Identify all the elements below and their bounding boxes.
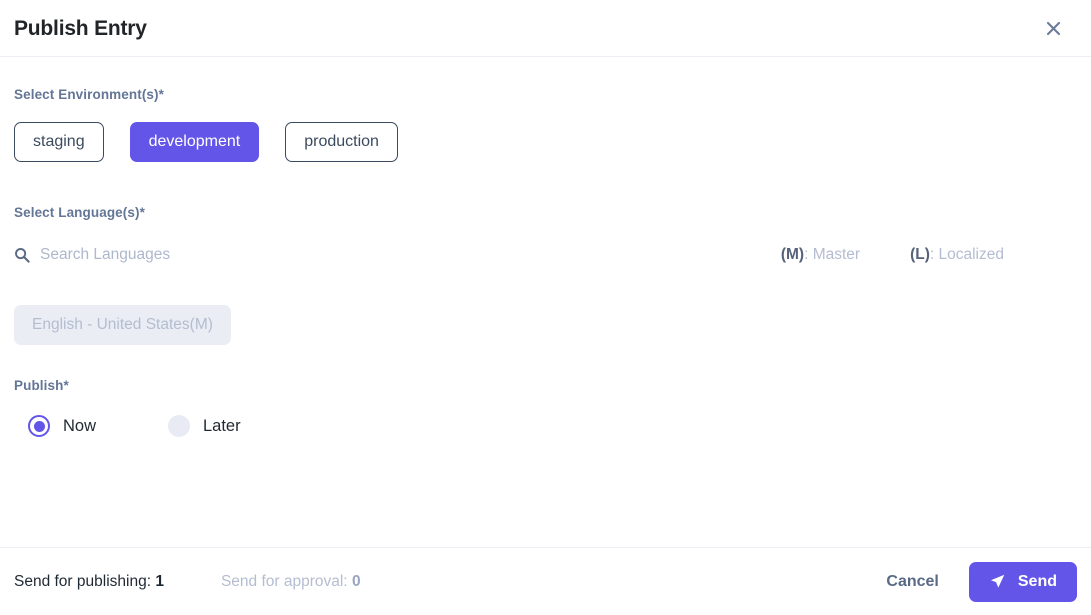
environment-chip-group: staging development production	[14, 122, 1077, 162]
publish-option-later-label: Later	[203, 416, 241, 435]
publish-option-now[interactable]: Now	[14, 415, 154, 437]
publish-radio-group: Now Later	[14, 415, 1077, 437]
send-for-publishing-label: Send for publishing:	[14, 572, 152, 590]
radio-now-dot	[33, 420, 45, 432]
send-for-publishing-count: 1	[155, 572, 164, 590]
environment-chip-production[interactable]: production	[285, 122, 398, 162]
footer-actions: Cancel Send	[878, 561, 1077, 602]
language-chip-english-united-states: English - United States(M)	[14, 305, 231, 345]
environment-chip-staging[interactable]: staging	[14, 122, 104, 162]
send-for-approval-count: 0	[351, 572, 361, 590]
legend-master-text: : Master	[804, 246, 861, 263]
radio-now-indicator[interactable]	[28, 415, 50, 437]
environment-chip-development[interactable]: development	[129, 122, 260, 162]
send-icon	[989, 573, 1006, 590]
publish-option-now-label: Now	[63, 416, 97, 435]
modal-footer: Send for publishing: 1 Send for approval…	[0, 547, 1091, 615]
publish-label: Publish*	[14, 378, 69, 393]
legend-master: (M): Master	[781, 246, 860, 264]
publish-option-later[interactable]: Later	[154, 415, 241, 437]
select-environment-label: Select Environment(s)*	[14, 87, 164, 102]
close-icon[interactable]	[1038, 13, 1068, 43]
legend-localized: (L): Localized	[910, 246, 1004, 264]
selected-languages-group: English - United States(M)	[14, 305, 1077, 345]
cancel-button[interactable]: Cancel	[878, 567, 946, 597]
publish-entry-modal: Publish Entry Select Environment(s)* sta…	[0, 0, 1091, 615]
language-legend: (M): Master (L): Localized	[781, 246, 1077, 264]
search-icon	[14, 247, 30, 263]
legend-master-key: (M)	[780, 246, 805, 263]
legend-localized-text: : Localized	[929, 246, 1004, 263]
modal-body: Select Environment(s)* staging developme…	[0, 57, 1091, 547]
footer-counters: Send for publishing: 1 Send for approval…	[14, 573, 361, 591]
modal-header: Publish Entry	[0, 0, 1091, 57]
select-language-label: Select Language(s)*	[14, 205, 145, 220]
send-for-publishing-counter: Send for publishing: 1	[14, 573, 164, 591]
send-button-label: Send	[1017, 572, 1057, 590]
search-field-wrapper	[14, 246, 781, 264]
page-title: Publish Entry	[14, 16, 147, 40]
legend-localized-key: (L)	[910, 246, 930, 263]
send-button[interactable]: Send	[968, 561, 1077, 602]
search-languages-input[interactable]	[40, 246, 460, 264]
language-search-row: (M): Master (L): Localized	[14, 240, 1077, 270]
send-for-approval-label: Send for approval:	[220, 572, 348, 590]
send-for-approval-counter: Send for approval: 0	[221, 573, 361, 591]
radio-later-indicator[interactable]	[168, 415, 190, 437]
